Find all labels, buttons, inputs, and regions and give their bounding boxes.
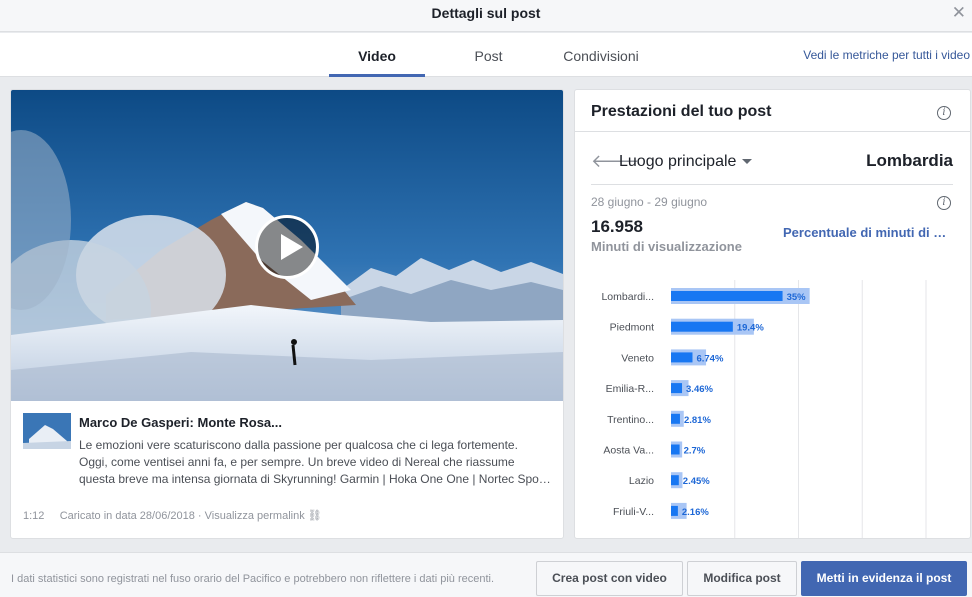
video-thumbnail [23,413,71,449]
all-video-metrics-link[interactable]: Vedi le metriche per tutti i video [803,48,970,62]
chart-category-label: Piedmont [610,322,654,334]
location-value: Lombardia [866,151,953,170]
chart-bar [671,352,693,363]
boost-post-button[interactable]: Metti in evidenza il post [801,561,967,596]
location-dropdown[interactable]: Luogo principale [619,153,753,171]
chart-category-label: Veneto [621,352,654,364]
chart-value-label: 3.46% [686,384,713,395]
dialog-header: Dettagli sul post ✕ [0,0,972,32]
video-title[interactable]: Marco De Gasperi: Monte Rosa... [79,415,282,430]
link-icon: ⛓ [307,510,322,522]
video-description: Le emozioni vere scaturiscono dalla pass… [79,437,559,488]
chart-value-label: 2.7% [684,446,706,457]
chart-value-label: 35% [787,292,807,303]
chart-category-label: Friuli-V... [613,506,654,518]
thumbnail-image [23,413,71,449]
chart-bar [671,505,678,516]
chart-value-label: 6.74% [696,353,723,364]
percent-minutes-dropdown[interactable]: Percentuale di minuti di visualizzazione [783,225,953,240]
permalink-link[interactable]: Visualizza permalink [205,510,305,522]
edit-post-button[interactable]: Modifica post [687,561,797,596]
chart-category-label: Aosta Va... [603,445,654,457]
chart-bar [671,444,680,455]
chart-bar [671,383,683,394]
date-range: 28 giugno - 29 giugno [591,195,708,209]
video-duration: 1:12 [23,510,45,522]
chart-category-label: Lombardi... [601,291,654,303]
description-line: Le emozioni vere scaturiscono dalla pass… [79,438,518,452]
chart-bar [671,475,679,486]
video-meta: 1:12 Caricato in data 28/06/2018 · Visua… [23,509,322,522]
dialog-footer: I dati statistici sono registrati nel fu… [0,552,972,597]
chart-value-label: 2.16% [682,507,709,518]
info-icon[interactable]: i [937,106,951,120]
play-icon[interactable] [255,215,319,279]
minutes-by-region-chart: Lombardi... 35% Piedmont 19.4% Veneto 6.74% Em… [601,280,927,538]
total-minutes-label: Minuti di visualizzazione [591,239,742,254]
location-dropdown-label: Luogo principale [619,153,737,170]
dialog-title: Dettagli sul post [431,5,541,21]
tab-bar: Video Post Condivisioni Vedi le metriche… [0,33,972,77]
tab-post[interactable]: Post [455,33,522,77]
info-icon[interactable]: i [937,196,951,210]
performance-header: Prestazioni del tuo post i [575,90,970,132]
chart-bar [671,291,783,301]
chevron-down-icon [742,159,753,165]
meta-separator: · [197,510,202,522]
performance-panel: Prestazioni del tuo post i 🡐 Luogo princ… [574,89,971,539]
description-line: questa breve ma intensa giornata di Skyr… [79,472,551,486]
location-row: 🡐 Luogo principale Lombardia [591,145,953,185]
create-video-post-button[interactable]: Crea post con video [536,561,683,596]
chart-category-label: Lazio [629,475,654,487]
chart-bar [671,413,680,424]
timezone-note: I dati statistici sono registrati nel fu… [11,573,495,585]
video-player[interactable] [11,90,563,401]
chart-value-label: 19.4% [737,323,764,334]
chart-category-label: Trentino... [607,414,654,426]
chart-category-label: Emilia-R... [606,383,654,395]
chart-value-label: 2.81% [684,415,711,426]
chart-value-label: 2.45% [683,476,710,487]
description-line: Oggi, come ventisei anni fa, e per sempr… [79,455,515,469]
chart-bar [671,321,733,332]
total-minutes: 16.958 [591,217,643,236]
close-icon[interactable]: ✕ [952,3,966,23]
video-card: Marco De Gasperi: Monte Rosa... Le emozi… [10,89,564,539]
performance-title: Prestazioni del tuo post [591,103,772,120]
tab-shares[interactable]: Condivisioni [553,33,649,77]
upload-date: Caricato in data 28/06/2018 [59,510,195,522]
tab-video[interactable]: Video [329,33,425,77]
